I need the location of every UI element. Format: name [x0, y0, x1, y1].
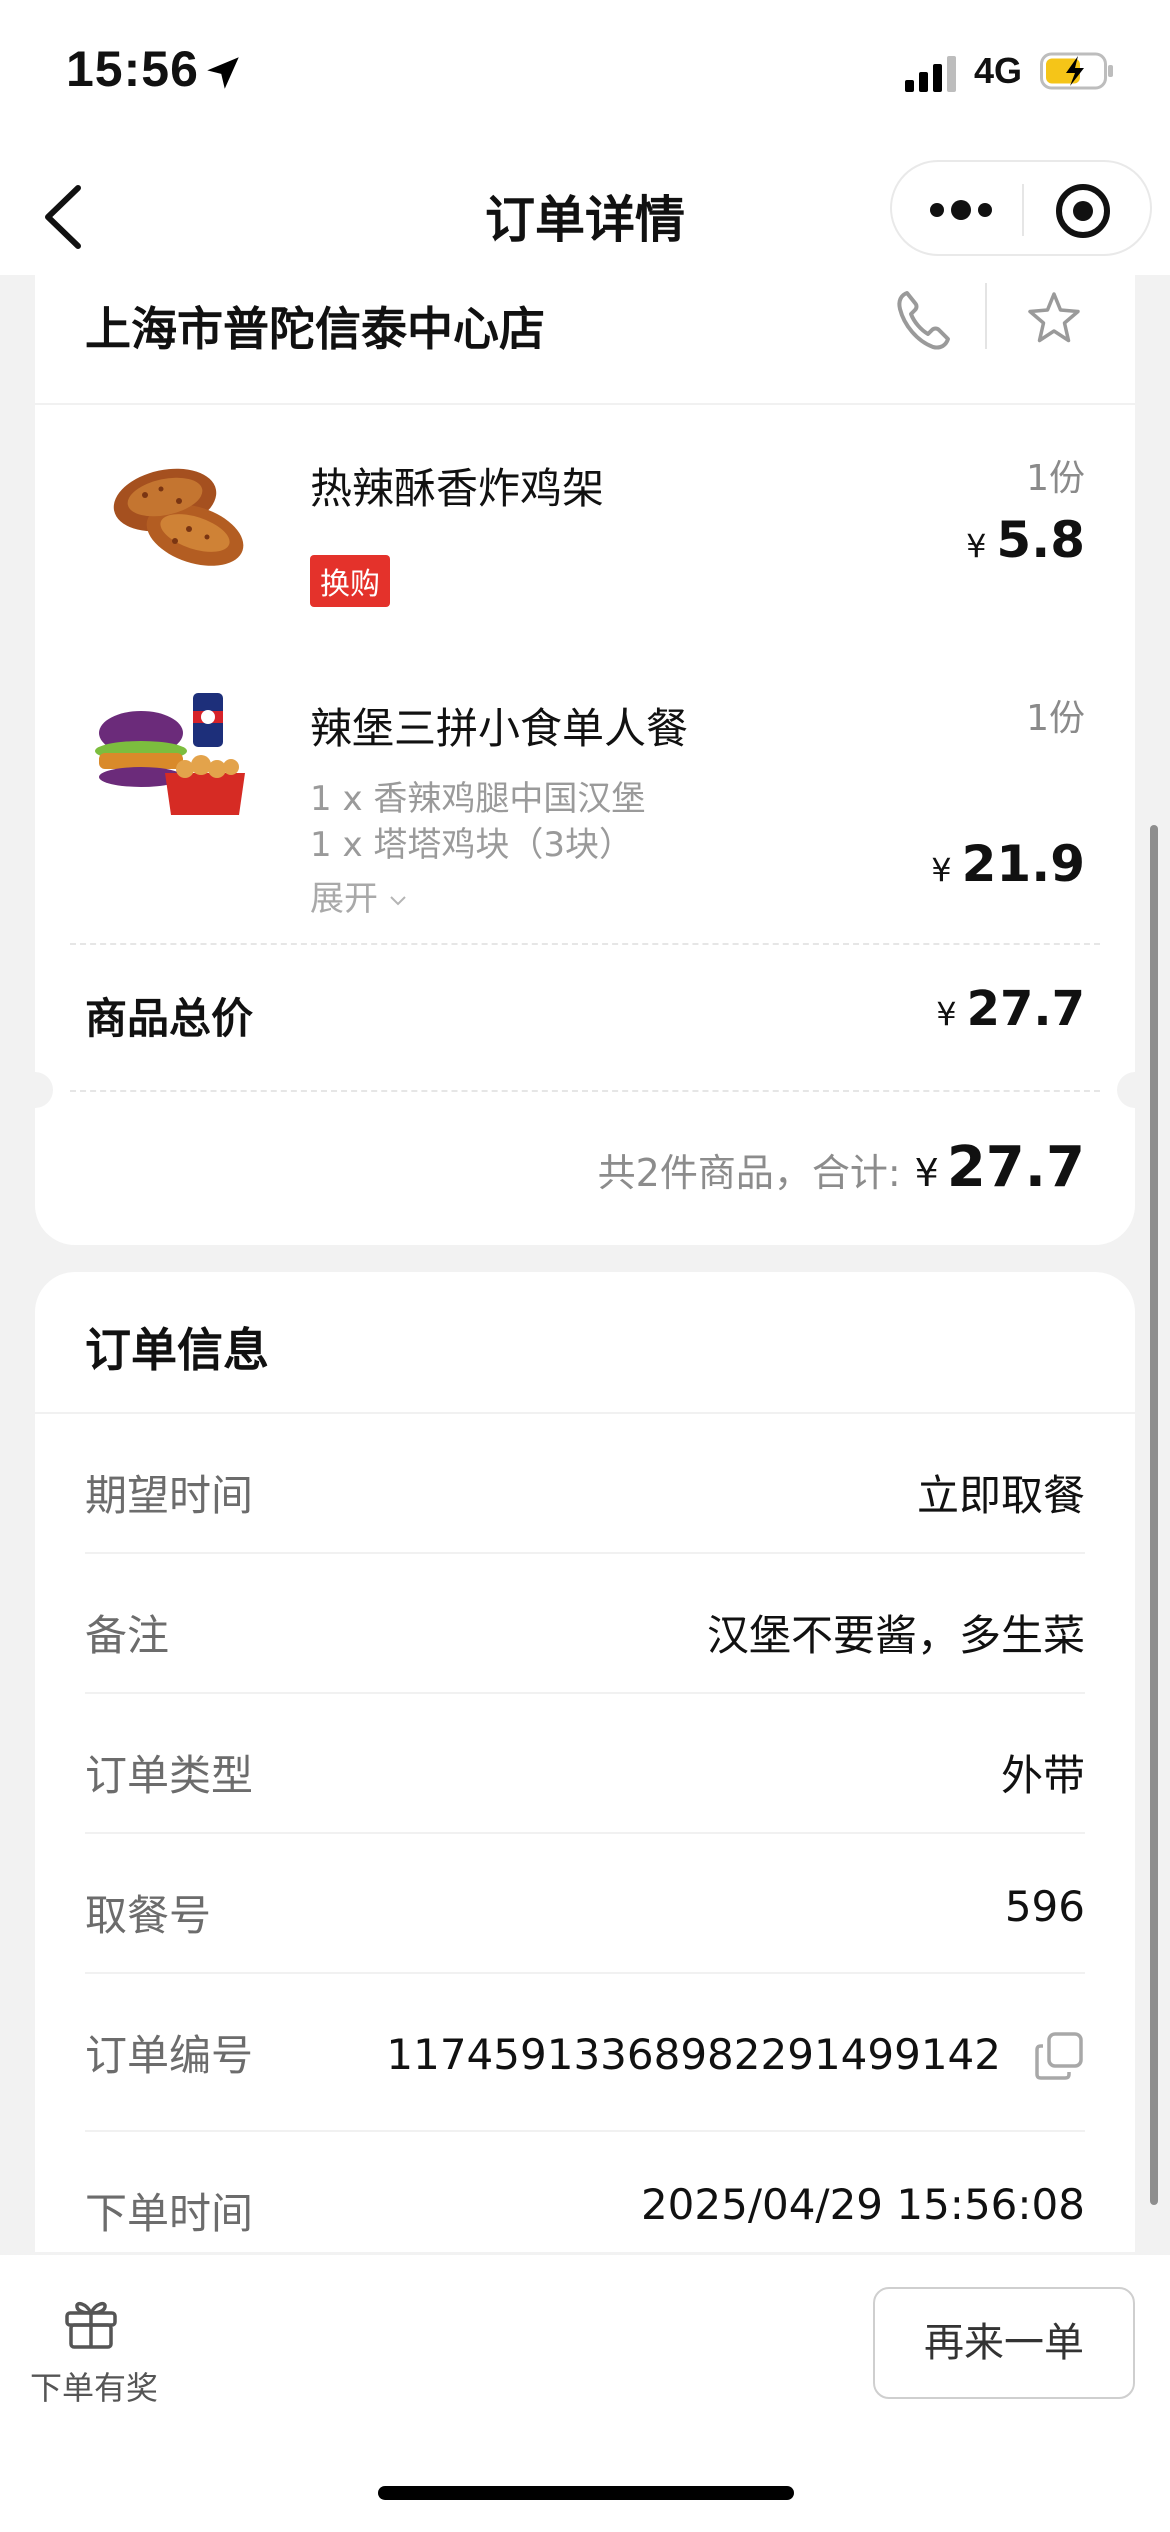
info-row-remark: 备注 汉堡不要酱，多生菜	[85, 1554, 1085, 1694]
info-row-pickup-number: 取餐号 596	[85, 1834, 1085, 1974]
chicken-rack-image	[113, 468, 244, 566]
navigation-bar: 订单详情	[0, 150, 1170, 275]
expand-toggle[interactable]: 展开	[310, 871, 407, 920]
order-info-card: 订单信息 期望时间 立即取餐 备注 汉堡不要酱，多生菜 订单类型 外带 取餐号 …	[35, 1272, 1135, 2252]
ticket-notch	[1117, 1072, 1153, 1108]
order-items-card: 上海市普陀信泰中心店 热辣酥香炸鸡架 换购 1份 ¥5.8 辣堡三拼小食单人餐 …	[17, 275, 1153, 1245]
scrollbar[interactable]	[1150, 825, 1158, 2205]
divider	[35, 403, 1135, 405]
info-row-order-time: 下单时间 2025/04/29 15:56:08	[85, 2180, 1085, 2238]
store-name: 上海市普陀信泰中心店	[85, 302, 545, 356]
reorder-button[interactable]: 再来一单	[873, 2287, 1135, 2399]
star-favorite-icon[interactable]	[1025, 289, 1083, 347]
item-price: ¥21.9	[931, 835, 1085, 893]
item-quantity: 1份	[1026, 698, 1085, 739]
item-price: ¥5.8	[966, 511, 1085, 569]
network-type: 4G	[974, 50, 1023, 91]
status-bar: 15:56 4G	[0, 0, 1170, 150]
chevron-down-icon	[390, 895, 406, 905]
goods-total-value: ¥27.7	[936, 981, 1085, 1037]
sub-item: 1 x 香辣鸡腿中国汉堡	[310, 779, 646, 819]
info-row-order-number: 订单编号 1174591336898229149914‌2	[85, 1974, 1085, 2132]
home-indicator	[378, 2486, 794, 2500]
more-dots-icon[interactable]	[928, 192, 994, 228]
location-arrow-icon	[207, 57, 239, 89]
combo-meal-image	[95, 693, 245, 815]
header-divider	[985, 283, 987, 349]
phone-icon[interactable]	[893, 287, 953, 353]
copy-icon[interactable]	[1033, 2030, 1085, 2082]
capsule-divider	[1022, 184, 1024, 236]
battery-charging-icon	[1040, 52, 1113, 90]
goods-total-label: 商品总价	[85, 994, 254, 1043]
sub-item: 1 x 塔塔鸡块（3块）	[310, 825, 633, 865]
item-quantity: 1份	[1026, 458, 1085, 499]
info-row-order-type: 订单类型 外带	[85, 1694, 1085, 1834]
dashed-divider	[70, 943, 1100, 945]
item-name: 辣堡三拼小食单人餐	[310, 704, 689, 753]
reward-label[interactable]: 下单有奖	[30, 2363, 158, 2409]
dashed-divider	[70, 1090, 1100, 1092]
cellular-signal-icon	[905, 56, 956, 92]
close-target-icon[interactable]	[1054, 182, 1112, 240]
order-summary: 共2件商品，合计: ¥27.7	[597, 1135, 1085, 1200]
swap-purchase-badge: 换购	[310, 555, 390, 607]
section-title: 订单信息	[85, 1323, 269, 1377]
ticket-notch	[17, 1072, 53, 1108]
status-time: 15:56	[66, 41, 199, 97]
gift-icon[interactable]	[62, 2293, 120, 2351]
info-row-expected-time: 期望时间 立即取餐	[85, 1414, 1085, 1554]
miniprogram-capsule	[890, 160, 1152, 256]
item-name: 热辣酥香炸鸡架	[310, 464, 605, 513]
